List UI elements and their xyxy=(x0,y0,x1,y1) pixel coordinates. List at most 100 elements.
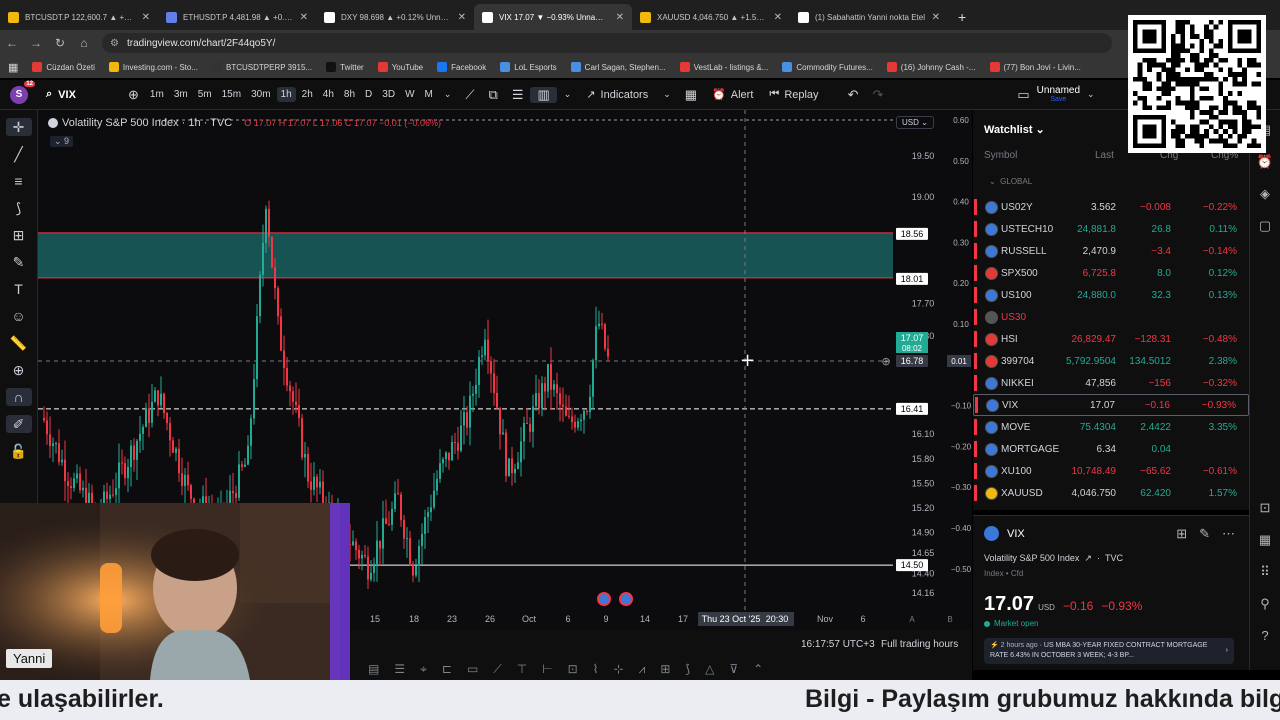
supply-zone[interactable] xyxy=(38,232,893,278)
interval-15m[interactable]: 15m xyxy=(218,87,245,102)
economic-event-icon[interactable] xyxy=(619,592,633,606)
undo-icon[interactable]: ↶ xyxy=(841,87,866,103)
bookmark-item[interactable]: VestLab - listings &... xyxy=(679,62,768,72)
text-icon[interactable]: T xyxy=(6,280,32,298)
new-tab-icon[interactable]: + xyxy=(948,9,976,30)
indicators-button[interactable]: ↗ Indicators xyxy=(578,88,656,102)
interval-8h[interactable]: 8h xyxy=(340,87,359,102)
user-avatar[interactable]: S 12 xyxy=(10,80,35,104)
browser-tab[interactable]: BTCUSDT.P 122,600.7 ▲ +1.08% ✕ xyxy=(0,4,158,30)
layout-dropdown-icon[interactable]: ⌄ xyxy=(1080,89,1102,100)
external-link-icon[interactable]: ↗ xyxy=(1084,553,1092,564)
fav-tool-12-icon[interactable]: ⩘ xyxy=(639,662,646,677)
watchlist-row[interactable]: VIX 17.07 −0.16 −0.93% xyxy=(973,394,1249,416)
session-button[interactable]: Full trading hours xyxy=(881,639,958,650)
tab-close-icon[interactable]: ✕ xyxy=(932,12,940,23)
interval-1m[interactable]: 1m xyxy=(146,87,168,102)
watchlist-row[interactable]: US30 xyxy=(973,306,1249,328)
watchlist-row[interactable]: MORTGAGE 6.34 0.04 xyxy=(973,438,1249,460)
calendar-icon[interactable]: ▦ xyxy=(1259,532,1271,548)
chart-style-icon[interactable]: ▥ xyxy=(530,86,557,103)
bookmark-item[interactable]: (16) Johnny Cash -... xyxy=(886,62,976,72)
watchlist-group[interactable]: ⌄ GLOBAL xyxy=(989,177,1032,186)
interval-3d[interactable]: 3D xyxy=(378,87,399,102)
bookmark-item[interactable]: LoL Esports xyxy=(500,62,557,72)
currency-selector[interactable]: USD ⌄ xyxy=(896,116,934,129)
tab-close-icon[interactable]: ✕ xyxy=(142,12,150,23)
layout-name[interactable]: Unnamed Save xyxy=(1037,85,1080,104)
watchlist-row[interactable]: SPX500 6,725.8 8.0 0.12% xyxy=(973,262,1249,284)
fav-tool-4-icon[interactable]: ⊏ xyxy=(442,662,452,676)
emoji-icon[interactable]: ☺ xyxy=(6,307,32,325)
interval-5m[interactable]: 5m xyxy=(194,87,216,102)
interval-2h[interactable]: 2h xyxy=(298,87,317,102)
interval-m[interactable]: M xyxy=(421,87,437,102)
prediction-icon[interactable]: ⊞ xyxy=(6,226,32,244)
browser-tab[interactable]: XAUUSD 4,046.750 ▲ +1.57% ✕ xyxy=(632,4,790,30)
interval-dropdown-icon[interactable]: ⌄ xyxy=(437,89,459,100)
fav-tool-2-icon[interactable]: ☰ xyxy=(394,662,405,676)
fav-tool-13-icon[interactable]: ⊞ xyxy=(660,662,670,676)
zoom-in-icon[interactable]: ⊕ xyxy=(6,361,32,379)
fav-tool-15-icon[interactable]: △ xyxy=(705,662,714,676)
help-icon[interactable]: ? xyxy=(1261,628,1268,643)
ideas-icon[interactable]: ⊡ xyxy=(1260,500,1271,516)
more-icon[interactable]: ⋯ xyxy=(1222,526,1235,542)
url-input[interactable]: ⚙ tradingview.com/chart/2F44qo5Y/ xyxy=(102,33,1112,53)
symbol-search[interactable]: ⌕ VIX xyxy=(46,88,121,101)
bookmark-item[interactable]: BTCUSDTPERP 3915... xyxy=(212,62,312,72)
layers-icon[interactable]: ◈ xyxy=(1260,186,1270,202)
browser-tab[interactable]: (1) Sabahattin Yanni nokta Etel ✕ xyxy=(790,4,948,30)
watchlist-row[interactable]: 399704 5,792.9504 134.5012 2.38% xyxy=(973,350,1249,372)
apps-icon[interactable]: ▦ xyxy=(8,61,18,74)
fav-tool-7-icon[interactable]: ⊤ xyxy=(517,662,527,676)
watchlist-row[interactable]: XAUUSD 4,046.750 62.420 1.57% xyxy=(973,482,1249,504)
bookmark-item[interactable]: Carl Sagan, Stephen... xyxy=(570,62,666,72)
back-icon[interactable]: ← xyxy=(0,36,24,50)
watchlist-row[interactable]: RUSSELL 2,470.9 −3.4 −0.14% xyxy=(973,240,1249,262)
alerts-icon[interactable]: ⏰ xyxy=(1257,154,1273,170)
fav-tool-16-icon[interactable]: ⊽ xyxy=(729,662,738,676)
reload-icon[interactable]: ↻ xyxy=(48,36,72,50)
browser-tab[interactable]: ETHUSDT.P 4,481.98 ▲ +0.81% ✕ xyxy=(158,4,316,30)
axis-auto-button[interactable]: A xyxy=(909,615,915,624)
fav-tool-1-icon[interactable]: ▤ xyxy=(368,662,379,676)
lock-icon[interactable]: 🔓 xyxy=(6,442,32,460)
fav-tool-14-icon[interactable]: ⟆ xyxy=(685,662,690,676)
bookmark-item[interactable]: Commodity Futures... xyxy=(782,62,873,72)
watchlist-row[interactable]: US02Y 3.562 −0.008 −0.22% xyxy=(973,196,1249,218)
watchlist-row[interactable]: XU100 10,748.49 −65.62 −0.61% xyxy=(973,460,1249,482)
indicators-collapsed[interactable]: ⌄ 9 xyxy=(50,136,74,147)
layout-icon[interactable]: ▭ xyxy=(1010,87,1036,103)
fav-tool-6-icon[interactable]: ⟋ xyxy=(493,662,501,677)
chat-icon[interactable]: ▢ xyxy=(1259,218,1271,234)
interval-3m[interactable]: 3m xyxy=(170,87,192,102)
watchlist-row[interactable]: NIKKEI 47,856 −156 −0.32% xyxy=(973,372,1249,394)
chart-type-line-icon[interactable]: ⟋ xyxy=(458,87,481,103)
home-icon[interactable]: ⌂ xyxy=(72,36,96,50)
interval-1h[interactable]: 1h xyxy=(276,87,296,102)
ruler-icon[interactable]: 📏 xyxy=(6,334,32,352)
tab-close-icon[interactable]: ✕ xyxy=(458,12,466,23)
watchlist-row[interactable]: USTECH10 24,881.8 26.8 0.11% xyxy=(973,218,1249,240)
grid-view-icon[interactable]: ⊞ xyxy=(1176,526,1187,542)
add-alert-icon[interactable]: ⊕ xyxy=(881,355,890,368)
replay-button[interactable]: ⏮ Replay xyxy=(761,88,826,101)
templates-icon[interactable]: ▦ xyxy=(678,87,704,103)
bookmark-item[interactable]: Facebook xyxy=(437,62,486,72)
watchlist-row[interactable]: HSI 26,829.47 −128.31 −0.48% xyxy=(973,328,1249,350)
tab-close-icon[interactable]: ✕ xyxy=(774,12,782,23)
news-item[interactable]: ⚡ 2 hours ago · US MBA 30-YEAR FIXED CON… xyxy=(984,638,1234,664)
site-info-icon[interactable]: ⚙ xyxy=(110,38,119,49)
keep-drawing-icon[interactable]: ✐ xyxy=(5,415,32,433)
tab-close-icon[interactable]: ✕ xyxy=(300,12,308,23)
interval-4h[interactable]: 4h xyxy=(319,87,338,102)
bookmark-item[interactable]: Investing.com - Sto... xyxy=(108,62,198,72)
bookmark-item[interactable]: (77) Bon Jovi - Livin... xyxy=(989,62,1081,72)
candles-icon[interactable]: ⧉ xyxy=(482,87,505,103)
fav-tool-11-icon[interactable]: ⊹ xyxy=(614,662,624,676)
browser-tab[interactable]: VIX 17.07 ▼ −0.93% Unnamed ✕ xyxy=(474,4,632,30)
fav-tool-10-icon[interactable]: ⌇ xyxy=(593,662,599,676)
bars-icon[interactable]: ☰ xyxy=(505,87,531,103)
fav-tool-9-icon[interactable]: ⊡ xyxy=(568,662,578,676)
